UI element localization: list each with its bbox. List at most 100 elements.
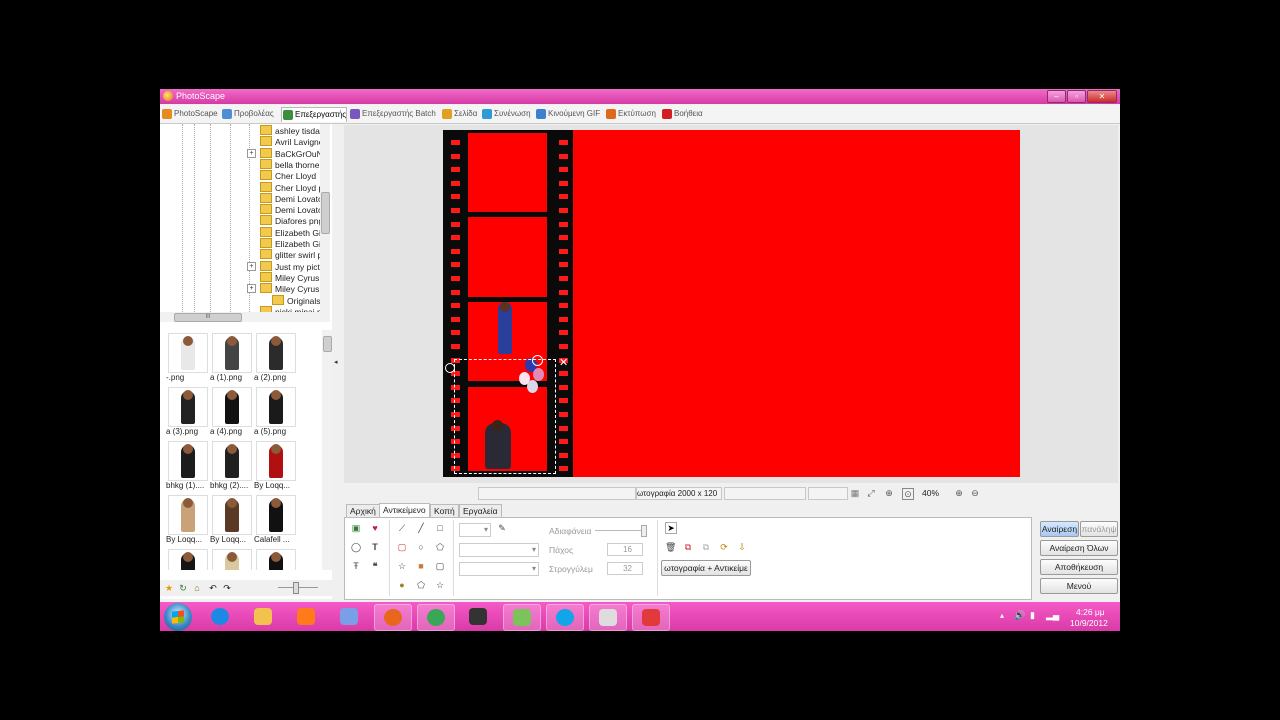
tree-folder-item[interactable]: + Just my pict <box>247 260 320 272</box>
forward-arrow-icon[interactable]: ↷ <box>222 583 232 593</box>
thumbnail-item[interactable]: -.png <box>166 333 208 385</box>
rounded-rect-icon[interactable]: ▢ <box>397 542 407 552</box>
tree-folder-item[interactable]: glitter swirl p <box>260 249 322 260</box>
taskbar-chrome-button[interactable] <box>417 604 455 631</box>
tab-2[interactable]: Επεξεργαστής <box>281 107 348 122</box>
title-bar[interactable]: PhotoScape – ▫ ✕ <box>160 89 1120 104</box>
show-hidden-icons-icon[interactable]: ▴ <box>1000 611 1004 620</box>
filled-circle-icon[interactable]: ● <box>397 580 407 590</box>
thumbnail-item[interactable]: bhkg (2).... <box>210 441 252 493</box>
copy-object-icon[interactable]: ⧉ <box>683 542 693 552</box>
redo-button[interactable]: πανάληψ <box>1080 521 1118 537</box>
rounded-filled-icon[interactable]: ▢ <box>435 561 445 571</box>
network-icon[interactable]: ▂▄ <box>1046 610 1059 621</box>
line-style-dropdown[interactable] <box>459 543 539 557</box>
pentagon-icon[interactable]: ⬠ <box>435 542 445 552</box>
delete-icon[interactable]: 🗑 <box>665 542 676 552</box>
edited-photo[interactable]: ✕ <box>443 130 1020 477</box>
select-pointer-icon[interactable]: ➤ <box>665 522 677 534</box>
pane-splitter[interactable]: ◂ <box>332 124 342 599</box>
fit-screen-icon[interactable]: ⤢ <box>866 488 876 498</box>
tree-horizontal-scrollbar[interactable]: III <box>160 312 330 322</box>
taskbar-firefox-button[interactable] <box>374 604 412 631</box>
text-icon[interactable]: T <box>370 542 380 552</box>
move-handle-icon[interactable] <box>445 363 455 373</box>
tree-folder-item[interactable]: Avril Lavigne <box>260 136 324 147</box>
object-selection-box[interactable] <box>454 359 556 474</box>
thumbnail-scroll-thumb[interactable] <box>323 336 332 352</box>
expand-icon[interactable]: + <box>247 148 256 158</box>
tree-folder-item[interactable]: + Miley Cyrus p <box>247 283 326 294</box>
tree-scroll-thumb[interactable] <box>321 192 330 234</box>
icon-insert-icon[interactable]: ♥ <box>370 523 380 533</box>
rotate-handle-icon[interactable] <box>532 355 543 366</box>
tree-folder-item[interactable]: Demi Lovato <box>260 204 323 215</box>
eyedropper-icon[interactable]: ✎ <box>497 523 507 533</box>
minimize-button[interactable]: – <box>1047 90 1066 103</box>
line-icon[interactable]: ╱ <box>416 523 426 533</box>
filled-rect-icon[interactable]: ■ <box>416 561 426 571</box>
taskbar-skype-button[interactable] <box>546 604 584 631</box>
collapse-arrow-icon[interactable]: ◂ <box>334 358 338 366</box>
thumbnail-item[interactable] <box>254 549 296 570</box>
zoom-actual-icon[interactable]: ⊕ <box>884 488 894 498</box>
tree-folder-item[interactable]: Elizabeth Gill <box>260 226 325 238</box>
tab-3[interactable]: Επεξεργαστής Batch <box>349 107 436 121</box>
volume-icon[interactable]: 🔊 <box>1014 610 1025 621</box>
tab-8[interactable]: Βοήθεια <box>661 107 703 121</box>
rectangle-icon[interactable]: □ <box>435 523 445 533</box>
tab-tools[interactable]: Εργαλεία <box>459 504 502 517</box>
photo-insert-icon[interactable]: ▣ <box>351 523 361 533</box>
thumbnail-item[interactable]: By Loqq... <box>254 441 296 493</box>
balloon-icon[interactable]: ◯ <box>351 542 361 552</box>
taskbar-messenger-button[interactable] <box>503 604 541 631</box>
filled-star-icon[interactable]: ☆ <box>435 580 445 590</box>
taskbar-camera-button[interactable] <box>460 604 496 629</box>
tree-hscroll-thumb[interactable]: III <box>174 313 242 322</box>
taskbar-window-button[interactable] <box>589 604 627 631</box>
fill-style-dropdown[interactable] <box>459 562 539 576</box>
tree-vertical-scrollbar[interactable] <box>320 124 330 312</box>
taskbar-paint-button[interactable] <box>331 604 367 629</box>
menu-button[interactable]: Μενού <box>1040 578 1118 594</box>
thumbnail-item[interactable]: a (2).png <box>254 333 296 385</box>
zoom-out-icon[interactable]: ⊖ <box>970 488 980 498</box>
taskbar-ie-button[interactable] <box>202 604 238 629</box>
filled-pentagon-icon[interactable]: ⬠ <box>416 580 426 590</box>
tree-folder-item[interactable]: Originals <box>272 294 321 306</box>
thumbnail-item[interactable]: Calafell ... <box>254 495 296 547</box>
zoom-fit-icon[interactable]: ⊙ <box>902 488 914 500</box>
tab-1[interactable]: Προβολέας <box>221 107 274 121</box>
star-outline-icon[interactable]: ☆ <box>397 561 407 571</box>
tab-4[interactable]: Σελίδα <box>441 107 477 121</box>
tab-0[interactable]: PhotoScape <box>161 107 218 121</box>
thumbnail-item[interactable] <box>210 549 252 570</box>
thumbnail-item[interactable]: By Loqq... <box>166 495 208 547</box>
maximize-button[interactable]: ▫ <box>1067 90 1086 103</box>
tree-folder-item[interactable]: Elizabeth Gill <box>260 238 325 249</box>
back-arrow-icon[interactable]: ↶ <box>208 583 218 593</box>
tab-7[interactable]: Εκτύπωση <box>605 107 656 121</box>
save-button[interactable]: Αποθήκευση <box>1040 559 1118 575</box>
clock-time[interactable]: 4:26 μμ <box>1076 607 1105 617</box>
tree-folder-item[interactable]: Cher Lloyd <box>260 170 316 181</box>
thumbnail-item[interactable]: a (5).png <box>254 387 296 439</box>
tab-5[interactable]: Συνένωση <box>481 107 531 121</box>
thumbnail-item[interactable]: By Loqq... <box>210 495 252 547</box>
thumbnail-item[interactable] <box>166 549 208 570</box>
transparency-slider[interactable] <box>641 525 647 537</box>
thumbnail-item[interactable]: a (3).png <box>166 387 208 439</box>
expand-icon[interactable]: + <box>247 284 256 294</box>
text-style-icon[interactable]: Ŧ <box>351 561 361 571</box>
delete-object-icon[interactable]: ✕ <box>559 358 568 369</box>
refresh-icon[interactable]: ↻ <box>178 583 188 593</box>
taskbar-media-player-button[interactable] <box>288 604 324 629</box>
start-button[interactable] <box>164 603 192 631</box>
folder-home-icon[interactable]: ⌂ <box>192 583 202 593</box>
taskbar-explorer-button[interactable] <box>245 604 281 629</box>
zoom-in-icon[interactable]: ⊕ <box>954 488 964 498</box>
tree-folder-item[interactable]: bella thorne <box>260 158 319 170</box>
tree-folder-item[interactable]: Cher Lloyd p <box>260 181 323 193</box>
bring-front-icon[interactable]: ⟳ <box>719 542 729 552</box>
thumbnail-item[interactable]: a (4).png <box>210 387 252 439</box>
